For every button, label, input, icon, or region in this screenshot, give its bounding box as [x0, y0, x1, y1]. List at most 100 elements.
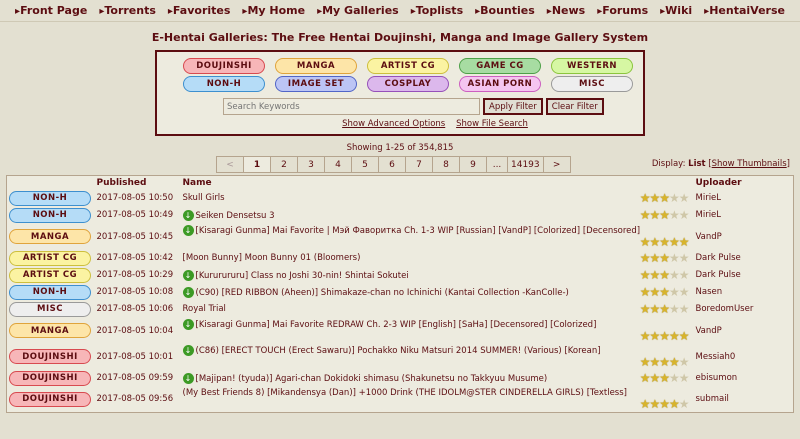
nav-bounties[interactable]: Bounties [475, 4, 535, 17]
uploader-link[interactable]: MirieL [694, 207, 794, 224]
nav-favorites[interactable]: Favorites [168, 4, 230, 17]
uploader-link[interactable]: ebisumon [694, 370, 794, 387]
page-1-button[interactable]: 1 [243, 156, 271, 173]
gallery-title-link[interactable]: (C90) [RED RIBBON (Aheen)] Shimakaze-cha… [196, 288, 569, 298]
uploader-link[interactable]: MirieL [694, 190, 794, 207]
category-badge[interactable]: NON-H [9, 284, 91, 300]
download-icon[interactable]: ↓ [182, 225, 194, 236]
table-row[interactable]: MISC 2017-08-05 10:06 Royal Trial ★★★★★ Bore… [7, 301, 794, 318]
show-thumbnails-link[interactable]: Show Thumbnails [712, 159, 787, 169]
gallery-title-link[interactable]: [Kururururu] Class no Joshi 30-nin! Shin… [196, 271, 409, 281]
table-row[interactable]: ARTIST CG 2017-08-05 10:29 ↓ [Kururururu] C… [7, 267, 794, 284]
uploader-link[interactable]: submail [694, 387, 794, 413]
nav-news[interactable]: News [547, 4, 585, 17]
category-badge[interactable]: MISC [9, 301, 91, 317]
download-icon[interactable]: ↓ [182, 372, 194, 384]
uploader-link[interactable]: Dark Pulse [694, 250, 794, 267]
published-date: 2017-08-05 10:42 [96, 253, 174, 263]
table-row[interactable]: ARTIST CG 2017-08-05 10:42 [Moon Bunny] Mo… [7, 250, 794, 267]
nav-front-page[interactable]: Front Page [15, 4, 87, 17]
table-row[interactable]: DOUJINSHI 2017-08-05 09:59 ↓ [Majipan! (tyu… [7, 370, 794, 387]
clear-filter-button[interactable]: Clear Filter [545, 98, 604, 115]
download-icon[interactable]: ↓ [182, 209, 194, 221]
category-asian-porn-button[interactable]: ASIAN PORN [459, 76, 541, 92]
category-badge[interactable]: ARTIST CG [9, 250, 91, 266]
gallery-title-link[interactable]: Royal Trial [183, 304, 226, 314]
uploader-link[interactable]: BoredomUser [694, 301, 794, 318]
nav-my-home[interactable]: My Home [242, 4, 305, 17]
category-image-set-button[interactable]: IMAGE SET [275, 76, 357, 92]
uploader-link[interactable]: VandP [694, 224, 794, 250]
nav-hentaiverse[interactable]: HentaiVerse [704, 4, 785, 17]
page-next-button[interactable]: > [542, 156, 571, 173]
table-row[interactable]: MANGA 2017-08-05 10:04 ↓ [Kisaragi Gunma] M… [7, 318, 794, 344]
table-row[interactable]: NON-H 2017-08-05 10:08 ↓ (C90) [RED RIBBON … [7, 284, 794, 301]
download-icon[interactable]: ↓ [182, 286, 194, 298]
uploader-header[interactable]: Uploader [694, 176, 794, 190]
rating-stars: ★★★★★ [639, 302, 690, 316]
gallery-title-link[interactable]: [Kisaragi Gunma] Mai Favorite | Мэй Фаво… [196, 226, 641, 236]
table-row[interactable]: MANGA 2017-08-05 10:45 ↓ [Kisaragi Gunma] M… [7, 224, 794, 250]
category-badge[interactable]: NON-H [9, 207, 91, 223]
gallery-title-link[interactable]: Skull Girls [183, 193, 225, 203]
page-8-button[interactable]: 8 [432, 156, 460, 173]
category-misc-button[interactable]: MISC [551, 76, 633, 92]
page-2-button[interactable]: 2 [270, 156, 298, 173]
category-badge[interactable]: ARTIST CG [9, 267, 91, 283]
download-icon[interactable]: ↓ [182, 269, 194, 281]
page-3-button[interactable]: 3 [297, 156, 325, 173]
gallery-title-link[interactable]: (C86) [ERECT TOUCH (Erect Sawaru)] Pocha… [196, 346, 601, 356]
table-row[interactable]: DOUJINSHI 2017-08-05 09:56 (My Best Friend… [7, 387, 794, 413]
table-row[interactable]: NON-H 2017-08-05 10:50 Skull Girls ★★★★★ Mir… [7, 190, 794, 207]
nav-wiki[interactable]: Wiki [660, 4, 692, 17]
category-badge[interactable]: DOUJINSHI [9, 370, 91, 386]
gallery-title-link[interactable]: [Majipan! (tyuda)] Agari-chan Dokidoki s… [196, 374, 548, 384]
table-row[interactable]: NON-H 2017-08-05 10:49 ↓ Seiken Densetsu 3 ★… [7, 207, 794, 224]
category-non-h-button[interactable]: NON-H [183, 76, 265, 92]
category-manga-button[interactable]: MANGA [275, 58, 357, 74]
page-prev-button[interactable]: < [216, 156, 244, 173]
page-ellipsis: ... [486, 156, 508, 173]
page-9-button[interactable]: 9 [459, 156, 487, 173]
gallery-title-link[interactable]: (My Best Friends 8) [Mikandensya (Dan)] … [183, 388, 627, 398]
published-date: 2017-08-05 10:45 [96, 231, 174, 242]
show-file-search-link[interactable]: Show File Search [456, 119, 528, 129]
apply-filter-button[interactable]: Apply Filter [483, 98, 543, 115]
uploader-link[interactable]: Messiah0 [694, 344, 794, 370]
uploader-link[interactable]: Nasen [694, 284, 794, 301]
uploader-link[interactable]: Dark Pulse [694, 267, 794, 284]
pagination: <1 2 3 4 5 6 7 8 9... 14193 > [216, 156, 571, 173]
show-advanced-options-link[interactable]: Show Advanced Options [342, 119, 445, 129]
name-header[interactable]: Name [181, 176, 694, 190]
page-4-button[interactable]: 4 [324, 156, 352, 173]
category-western-button[interactable]: WESTERN [551, 58, 633, 74]
table-row[interactable]: DOUJINSHI 2017-08-05 10:01 ↓ (C86) [ERECT T… [7, 344, 794, 370]
category-badge[interactable]: DOUJINSHI [9, 391, 91, 407]
download-icon[interactable]: ↓ [182, 345, 194, 356]
gallery-title-link[interactable]: Seiken Densetsu 3 [196, 211, 275, 221]
category-artist-cg-button[interactable]: ARTIST CG [367, 58, 449, 74]
category-badge[interactable]: MANGA [9, 229, 91, 244]
page-14193-button[interactable]: 14193 [507, 156, 544, 173]
published-date: 2017-08-05 09:56 [96, 394, 174, 405]
category-cosplay-button[interactable]: COSPLAY [367, 76, 449, 92]
category-badge[interactable]: NON-H [9, 190, 91, 206]
page-7-button[interactable]: 7 [405, 156, 433, 173]
download-icon[interactable]: ↓ [182, 319, 194, 330]
search-input[interactable] [223, 98, 480, 115]
category-badge[interactable]: DOUJINSHI [9, 349, 91, 364]
category-game-cg-button[interactable]: GAME CG [459, 58, 541, 74]
category-doujinshi-button[interactable]: DOUJINSHI [183, 58, 265, 74]
gallery-title-link[interactable]: [Kisaragi Gunma] Mai Favorite REDRAW Ch.… [196, 320, 597, 330]
rating-stars: ★★★★★ [639, 329, 690, 343]
nav-torrents[interactable]: Torrents [99, 4, 156, 17]
nav-forums[interactable]: Forums [597, 4, 648, 17]
uploader-link[interactable]: VandP [694, 318, 794, 344]
page-6-button[interactable]: 6 [378, 156, 406, 173]
gallery-title-link[interactable]: [Moon Bunny] Moon Bunny 01 (Bloomers) [183, 253, 361, 263]
page-5-button[interactable]: 5 [351, 156, 379, 173]
category-badge[interactable]: MANGA [9, 323, 91, 338]
published-header[interactable]: Published [95, 176, 181, 190]
nav-my-galleries[interactable]: My Galleries [317, 4, 399, 17]
nav-toplists[interactable]: Toplists [411, 4, 463, 17]
